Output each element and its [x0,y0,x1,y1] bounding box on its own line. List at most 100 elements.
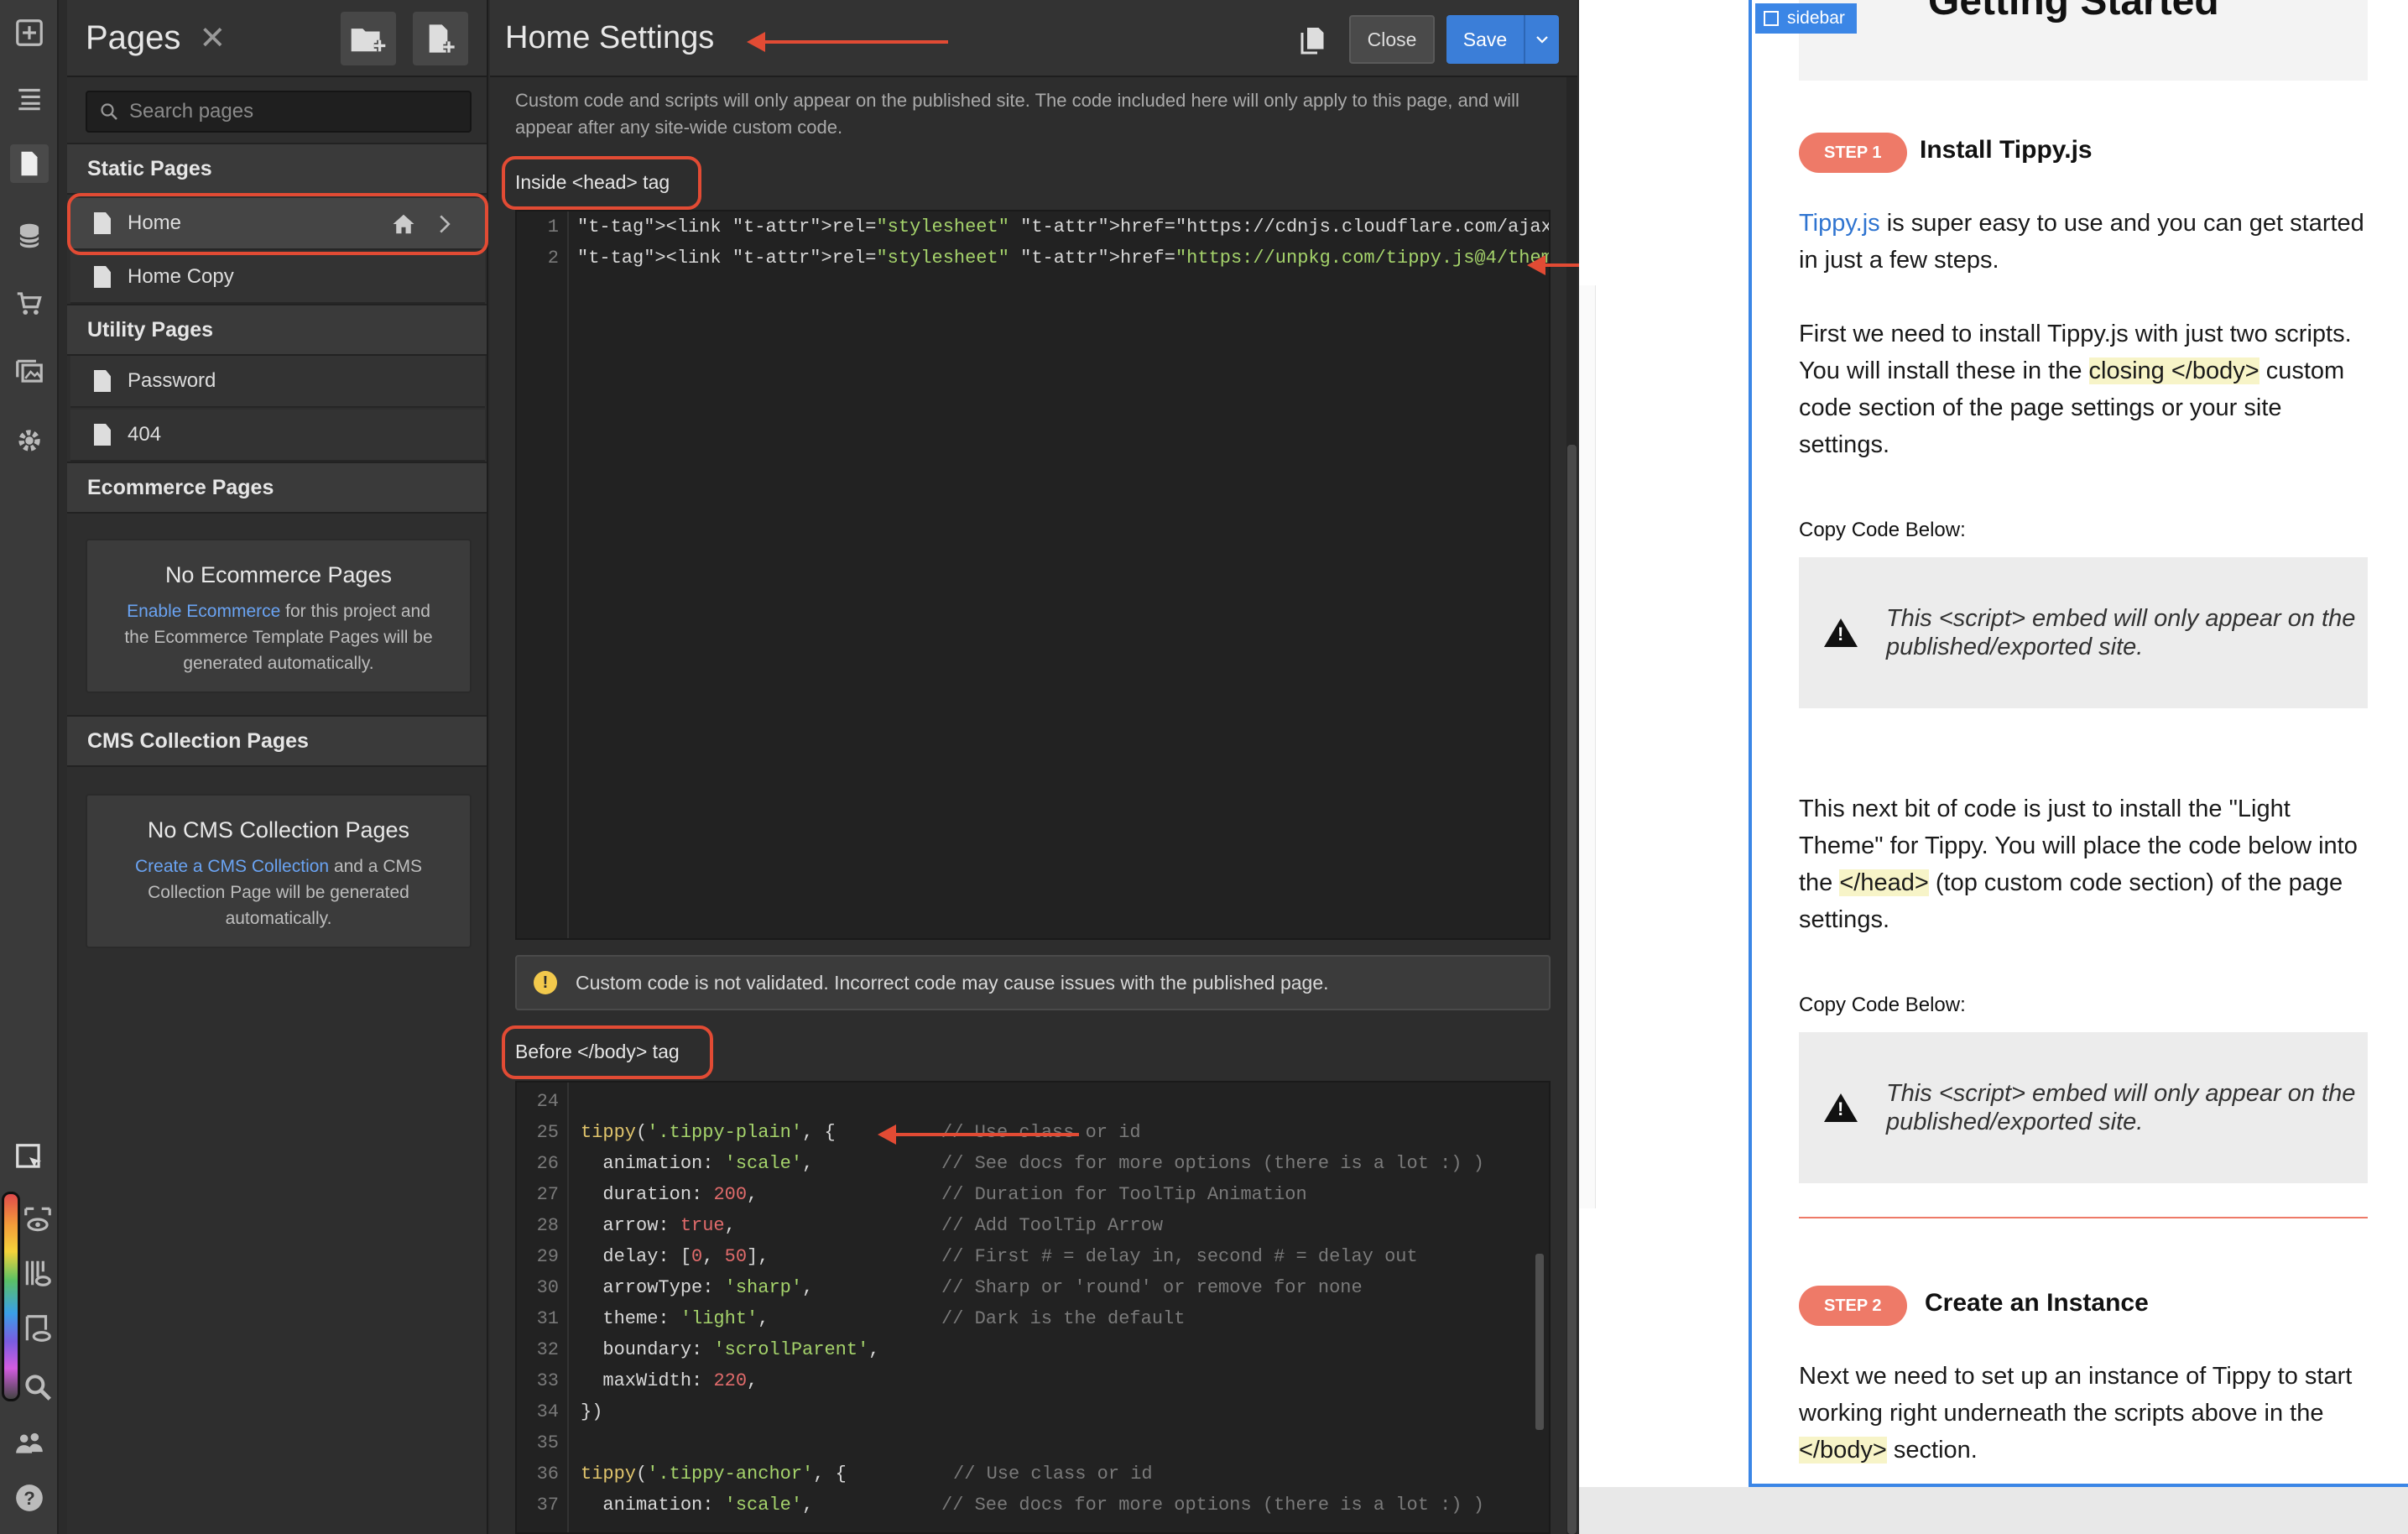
step-2-badge: STEP 2 [1799,1286,1907,1326]
line-gutter [517,211,569,938]
code-line: "t-tag"><link "t-attr">rel="stylesheet" … [577,248,1551,269]
line-number: 1 [547,217,559,237]
custom-code-note: Custom code and scripts will only appear… [515,90,1519,138]
save-label: Save [1462,28,1508,50]
para-text: section. [1886,1437,1978,1464]
panel-scrollbar[interactable] [1567,445,1577,1534]
code-comment: // Dark is the default [941,1308,1186,1329]
page-item-home-copy[interactable]: Home Copy [70,252,485,304]
help-icon[interactable]: ? [10,1479,49,1517]
add-page-button[interactable] [413,12,468,65]
line-number: 34 [536,1401,559,1422]
pages-title: Pages [86,18,181,56]
copy-code-label: Copy Code Below: [1799,994,1966,1016]
users-icon[interactable] [10,1423,49,1462]
search-pages-input[interactable] [129,100,465,123]
sidebar-tag-label: sidebar [1787,8,1845,28]
preview-content-area [1579,0,1749,1487]
page-label: Password [128,369,216,392]
utility-pages-heading: Utility Pages [67,304,487,356]
ecommerce-icon[interactable] [10,284,49,322]
install-paragraph: First we need to install Tippy.js with j… [1799,316,2378,463]
instance-paragraph: Next we need to set up an instance of Ti… [1799,1358,2378,1469]
pages-icon[interactable] [10,144,49,183]
highlight-text: closing </body> [2088,357,2259,384]
page-item-404[interactable]: 404 [70,410,485,462]
line-number: 31 [536,1308,559,1329]
select-icon[interactable] [10,1138,49,1177]
duplicate-icon[interactable] [1297,25,1327,55]
line-number: 29 [536,1246,559,1267]
code-comment: // See docs for more options (there is a… [941,1153,1484,1174]
preview-scroll-strip [1579,285,1596,1208]
preview-icon[interactable] [18,1200,57,1239]
code-line: maxWidth: 220, [581,1370,758,1391]
code-scrollbar[interactable] [1535,1254,1544,1430]
settings-header: Home Settings Close Save [490,0,1577,77]
save-button[interactable]: Save [1446,15,1559,64]
line-number: 27 [536,1184,559,1205]
color-palette-strip [2,1192,20,1401]
preview-footer-area [1579,1487,2408,1534]
line-number: 30 [536,1277,559,1298]
style-icon[interactable] [18,1309,57,1348]
code-line: arrowType: 'sharp', [581,1277,814,1298]
page-icon [94,424,111,446]
script-embed-placeholder: This <script> embed will only appear on … [1799,557,2368,708]
warning-icon [1824,618,1858,647]
add-folder-button[interactable] [341,12,396,65]
tippy-link[interactable]: Tippy.js [1799,210,1880,237]
enable-ecommerce-link[interactable]: Enable Ecommerce [127,602,280,621]
add-icon[interactable] [10,13,49,52]
settings-title: Home Settings [505,20,715,55]
step-1-badge: STEP 1 [1799,133,1907,173]
annotation-highlight-home [67,193,488,255]
annotation-highlight-body-label [502,1025,713,1079]
sidebar-selection-tag[interactable]: sidebar [1755,3,1857,34]
audit-icon[interactable] [18,1254,57,1292]
warning-icon: ! [534,971,557,994]
chevron-down-icon[interactable] [1524,15,1559,64]
left-toolbar: ? [0,0,59,1534]
static-pages-heading: Static Pages [67,143,487,195]
no-ecommerce-box: No Ecommerce Pages Enable Ecommerce for … [86,539,472,693]
no-cms-box: No CMS Collection Pages Create a CMS Col… [86,794,472,948]
line-number: 32 [536,1339,559,1360]
line-number: 25 [536,1122,559,1143]
navigator-icon[interactable] [10,79,49,117]
page-item-password[interactable]: Password [70,356,485,408]
line-number: 37 [536,1495,559,1516]
body-code-editor[interactable]: 24 25 tippy('.tippy-plain', {// Use class … [515,1081,1551,1534]
warning-text: Custom code is not validated. Incorrect … [576,971,1329,994]
annotation-arrow-tippy-plain [878,1124,1079,1145]
copy-code-label: Copy Code Below: [1799,519,1966,541]
svg-text:?: ? [23,1488,35,1509]
line-number: 28 [536,1215,559,1236]
cms-pages-heading: CMS Collection Pages [67,715,487,767]
element-icon [1764,11,1779,26]
line-number: 35 [536,1432,559,1453]
line-number: 26 [536,1153,559,1174]
ecommerce-pages-heading: Ecommerce Pages [67,462,487,514]
sidebar-element[interactable]: Getting Started sidebar STEP 1 Install T… [1749,0,2408,1487]
head-code-editor[interactable]: 1 "t-tag"><link "t-attr">rel="stylesheet"… [515,210,1551,940]
page-add-icon [429,24,455,53]
para-text: Next we need to set up an instance of Ti… [1799,1363,2353,1427]
line-number: 36 [536,1464,559,1484]
page-settings-panel: Home Settings Close Save Custom code and… [490,0,1577,1534]
search-pages-field[interactable] [86,91,472,133]
pages-panel: Pages ✕ Static Pages Home Home Copy Util… [67,0,488,1534]
create-cms-collection-link[interactable]: Create a CMS Collection [135,857,329,876]
close-button[interactable]: Close [1349,15,1435,64]
site-preview: Getting Started sidebar STEP 1 Install T… [1579,0,2408,1534]
assets-icon[interactable] [10,352,49,391]
page-icon [94,266,111,288]
search-icon[interactable] [18,1368,57,1406]
code-line: tippy('.tippy-plain', { [581,1122,836,1143]
close-icon[interactable]: ✕ [199,19,226,57]
heading-card: Getting Started [1799,0,2368,81]
intro-text: is super easy to use and you can get sta… [1799,210,2364,274]
cms-icon[interactable] [10,217,49,255]
settings-icon[interactable] [10,421,49,460]
getting-started-heading: Getting Started [1928,0,2219,23]
